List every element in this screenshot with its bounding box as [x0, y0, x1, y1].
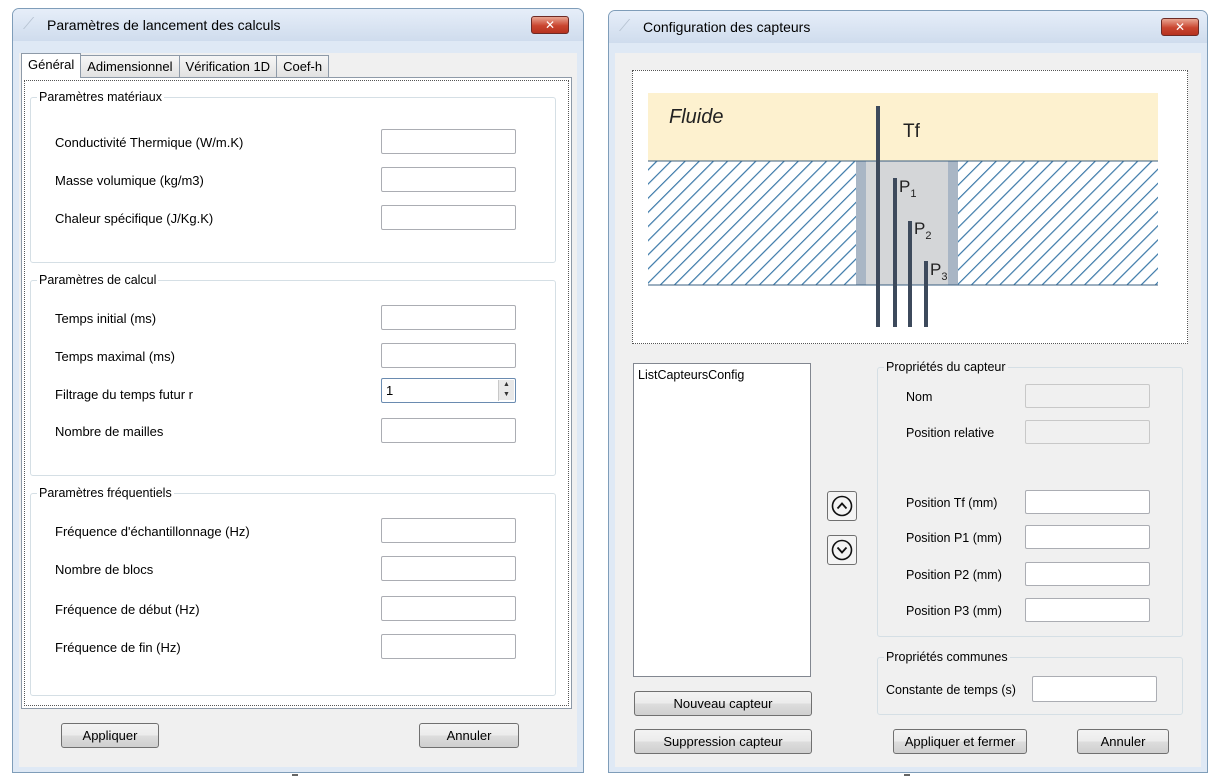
tab-page-general: Paramètres matériaux Conductivité Thermi… — [21, 77, 572, 709]
group-frequentiels: Paramètres fréquentiels Fréquence d'écha… — [30, 486, 556, 696]
field-label: Masse volumique (kg/m3) — [55, 173, 204, 188]
field-label: Chaleur spécifique (J/Kg.K) — [55, 211, 214, 226]
position-p1-input[interactable] — [1025, 525, 1150, 549]
spin-buttons: ▲ ▼ — [498, 380, 514, 401]
group-sensor-properties: Propriétés du capteur Nom Position relat… — [877, 360, 1183, 637]
title-bar[interactable]: ⟋ Paramètres de lancement des calculs ✕ — [13, 9, 583, 41]
tab-verification-1d[interactable]: Vérification 1D — [178, 55, 278, 77]
group-legend: Paramètres matériaux — [37, 90, 164, 104]
tab-adimensionnel[interactable]: Adimensionnel — [80, 55, 180, 77]
tf-label: Tf — [903, 121, 921, 142]
client-area: Général Adimensionnel Vérification 1D Co… — [19, 53, 577, 767]
listbox-header: ListCapteursConfig — [638, 368, 745, 382]
field-label: Nombre de mailles — [55, 424, 164, 439]
group-common-properties: Propriétés communes Constante de temps (… — [877, 650, 1183, 715]
window-title: Configuration des capteurs — [643, 19, 811, 35]
apply-button[interactable]: Appliquer — [61, 723, 159, 748]
cancel-button[interactable]: Annuler — [419, 723, 519, 748]
mesh-count-input[interactable] — [381, 418, 516, 443]
time-constant-input[interactable] — [1032, 676, 1157, 702]
launch-params-window: ⟋ Paramètres de lancement des calculs ✕ … — [12, 8, 584, 773]
tab-coef-h[interactable]: Coef-h — [276, 55, 330, 77]
field-label: Filtrage du temps futur r — [55, 387, 193, 402]
group-calcul: Paramètres de calcul Temps initial (ms) … — [30, 273, 556, 476]
block-count-input[interactable] — [381, 556, 516, 581]
fluid-label: Fluide — [669, 106, 723, 128]
move-up-button[interactable] — [827, 491, 857, 521]
sensor-config-window: ⟋ Configuration des capteurs ✕ Fluide Tf… — [608, 10, 1208, 773]
sensor-diagram: Fluide Tf P1 P2 P3 — [648, 93, 1158, 327]
conductivity-input[interactable] — [381, 129, 516, 154]
initial-time-input[interactable] — [381, 305, 516, 330]
divider — [904, 774, 910, 776]
cavity-wall-right — [948, 161, 958, 285]
position-p2-input[interactable] — [1025, 562, 1150, 586]
field-label: Temps initial (ms) — [55, 311, 157, 326]
title-bar[interactable]: ⟋ Configuration des capteurs ✕ — [609, 11, 1207, 43]
field-label: Position P1 (mm) — [906, 531, 1002, 545]
field-label: Temps maximal (ms) — [55, 349, 175, 364]
move-down-button[interactable] — [827, 535, 857, 565]
field-label: Constante de temps (s) — [886, 683, 1016, 697]
new-sensor-button[interactable]: Nouveau capteur — [634, 691, 812, 716]
position-p3-input[interactable] — [1025, 598, 1150, 622]
client-area: Fluide Tf P1 P2 P3 ListCapteursConfig Pr… — [615, 53, 1201, 767]
field-label: Conductivité Thermique (W/m.K) — [55, 135, 244, 150]
future-time-filter-stepper[interactable]: 1 ▲ ▼ — [381, 378, 516, 403]
field-label: Position P3 (mm) — [906, 604, 1002, 618]
field-label: Nombre de blocs — [55, 562, 154, 577]
group-legend: Paramètres de calcul — [37, 273, 159, 287]
solid-left — [648, 161, 856, 285]
cancel-button[interactable]: Annuler — [1077, 729, 1169, 754]
chevron-down-icon — [831, 539, 853, 561]
chevron-up-icon — [831, 495, 853, 517]
start-freq-input[interactable] — [381, 596, 516, 621]
window-title: Paramètres de lancement des calculs — [47, 17, 281, 33]
app-icon: ⟋ — [619, 18, 631, 35]
tab-general[interactable]: Général — [21, 53, 82, 78]
end-freq-input[interactable] — [381, 634, 516, 659]
field-label: Fréquence d'échantillonnage (Hz) — [55, 524, 250, 539]
sensor-listbox[interactable]: ListCapteursConfig — [633, 363, 811, 677]
cavity-wall-left — [856, 161, 866, 285]
max-time-input[interactable] — [381, 343, 516, 368]
sampling-freq-input[interactable] — [381, 518, 516, 543]
app-icon: ⟋ — [23, 16, 35, 33]
stepper-value: 1 — [386, 383, 394, 398]
solid-right — [958, 161, 1158, 285]
field-label: Position relative — [906, 426, 995, 440]
spin-up-icon[interactable]: ▲ — [499, 380, 514, 390]
close-button[interactable]: ✕ — [531, 16, 569, 34]
field-label: Fréquence de début (Hz) — [55, 602, 200, 617]
position-tf-input[interactable] — [1025, 490, 1150, 514]
specific-heat-input[interactable] — [381, 205, 516, 230]
field-label: Position Tf (mm) — [906, 496, 998, 510]
group-legend: Propriétés communes — [884, 650, 1010, 664]
field-label: Position P2 (mm) — [906, 568, 1002, 582]
relative-position-field — [1025, 420, 1150, 444]
sensor-name-field — [1025, 384, 1150, 408]
divider — [292, 774, 298, 776]
close-button[interactable]: ✕ — [1161, 18, 1199, 36]
spin-down-icon[interactable]: ▼ — [499, 390, 514, 400]
tab-strip: Général Adimensionnel Vérification 1D Co… — [21, 53, 330, 78]
group-materiaux: Paramètres matériaux Conductivité Thermi… — [30, 90, 556, 263]
delete-sensor-button[interactable]: Suppression capteur — [634, 729, 812, 754]
apply-close-button[interactable]: Appliquer et fermer — [893, 729, 1027, 754]
group-legend: Paramètres fréquentiels — [37, 486, 174, 500]
field-label: Fréquence de fin (Hz) — [55, 640, 181, 655]
diagram-frame: Fluide Tf P1 P2 P3 — [632, 70, 1188, 344]
group-legend: Propriétés du capteur — [884, 360, 1008, 374]
density-input[interactable] — [381, 167, 516, 192]
field-label: Nom — [906, 390, 933, 404]
